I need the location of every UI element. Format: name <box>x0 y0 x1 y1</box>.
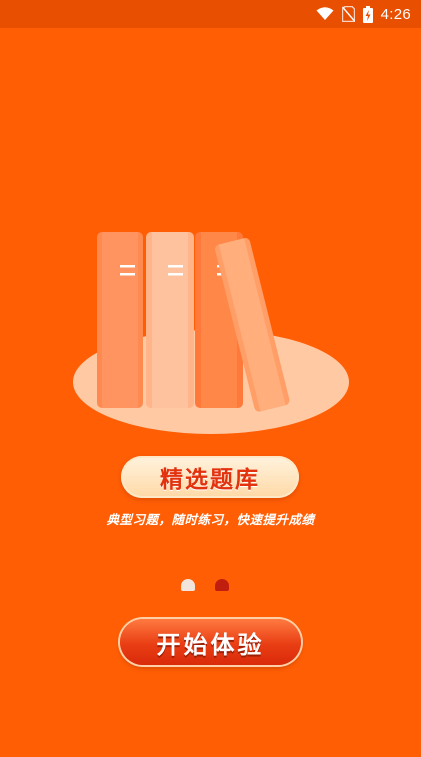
start-experience-button[interactable]: 开始体验 <box>120 619 301 665</box>
page-indicator <box>181 579 241 593</box>
status-time: 4:26 <box>380 5 411 23</box>
section-subtitle: 典型习题，随时练习，快速提升成绩 <box>106 512 315 527</box>
wifi-icon <box>316 7 334 21</box>
start-button-label: 开始体验 <box>156 630 265 659</box>
status-bar: 4:26 <box>0 0 421 28</box>
section-title: 精选题库 <box>160 467 260 493</box>
book-2 <box>146 232 194 408</box>
book-1 <box>97 232 143 408</box>
status-icons: 4:26 <box>316 4 411 24</box>
battery-charging-icon <box>362 5 373 23</box>
books-on-plate-illustration <box>60 222 360 442</box>
section-title-badge: 精选题库 <box>121 456 299 498</box>
page-dot-inactive[interactable] <box>181 579 195 591</box>
no-sim-icon <box>341 6 355 22</box>
page-dot-active[interactable] <box>215 579 229 591</box>
